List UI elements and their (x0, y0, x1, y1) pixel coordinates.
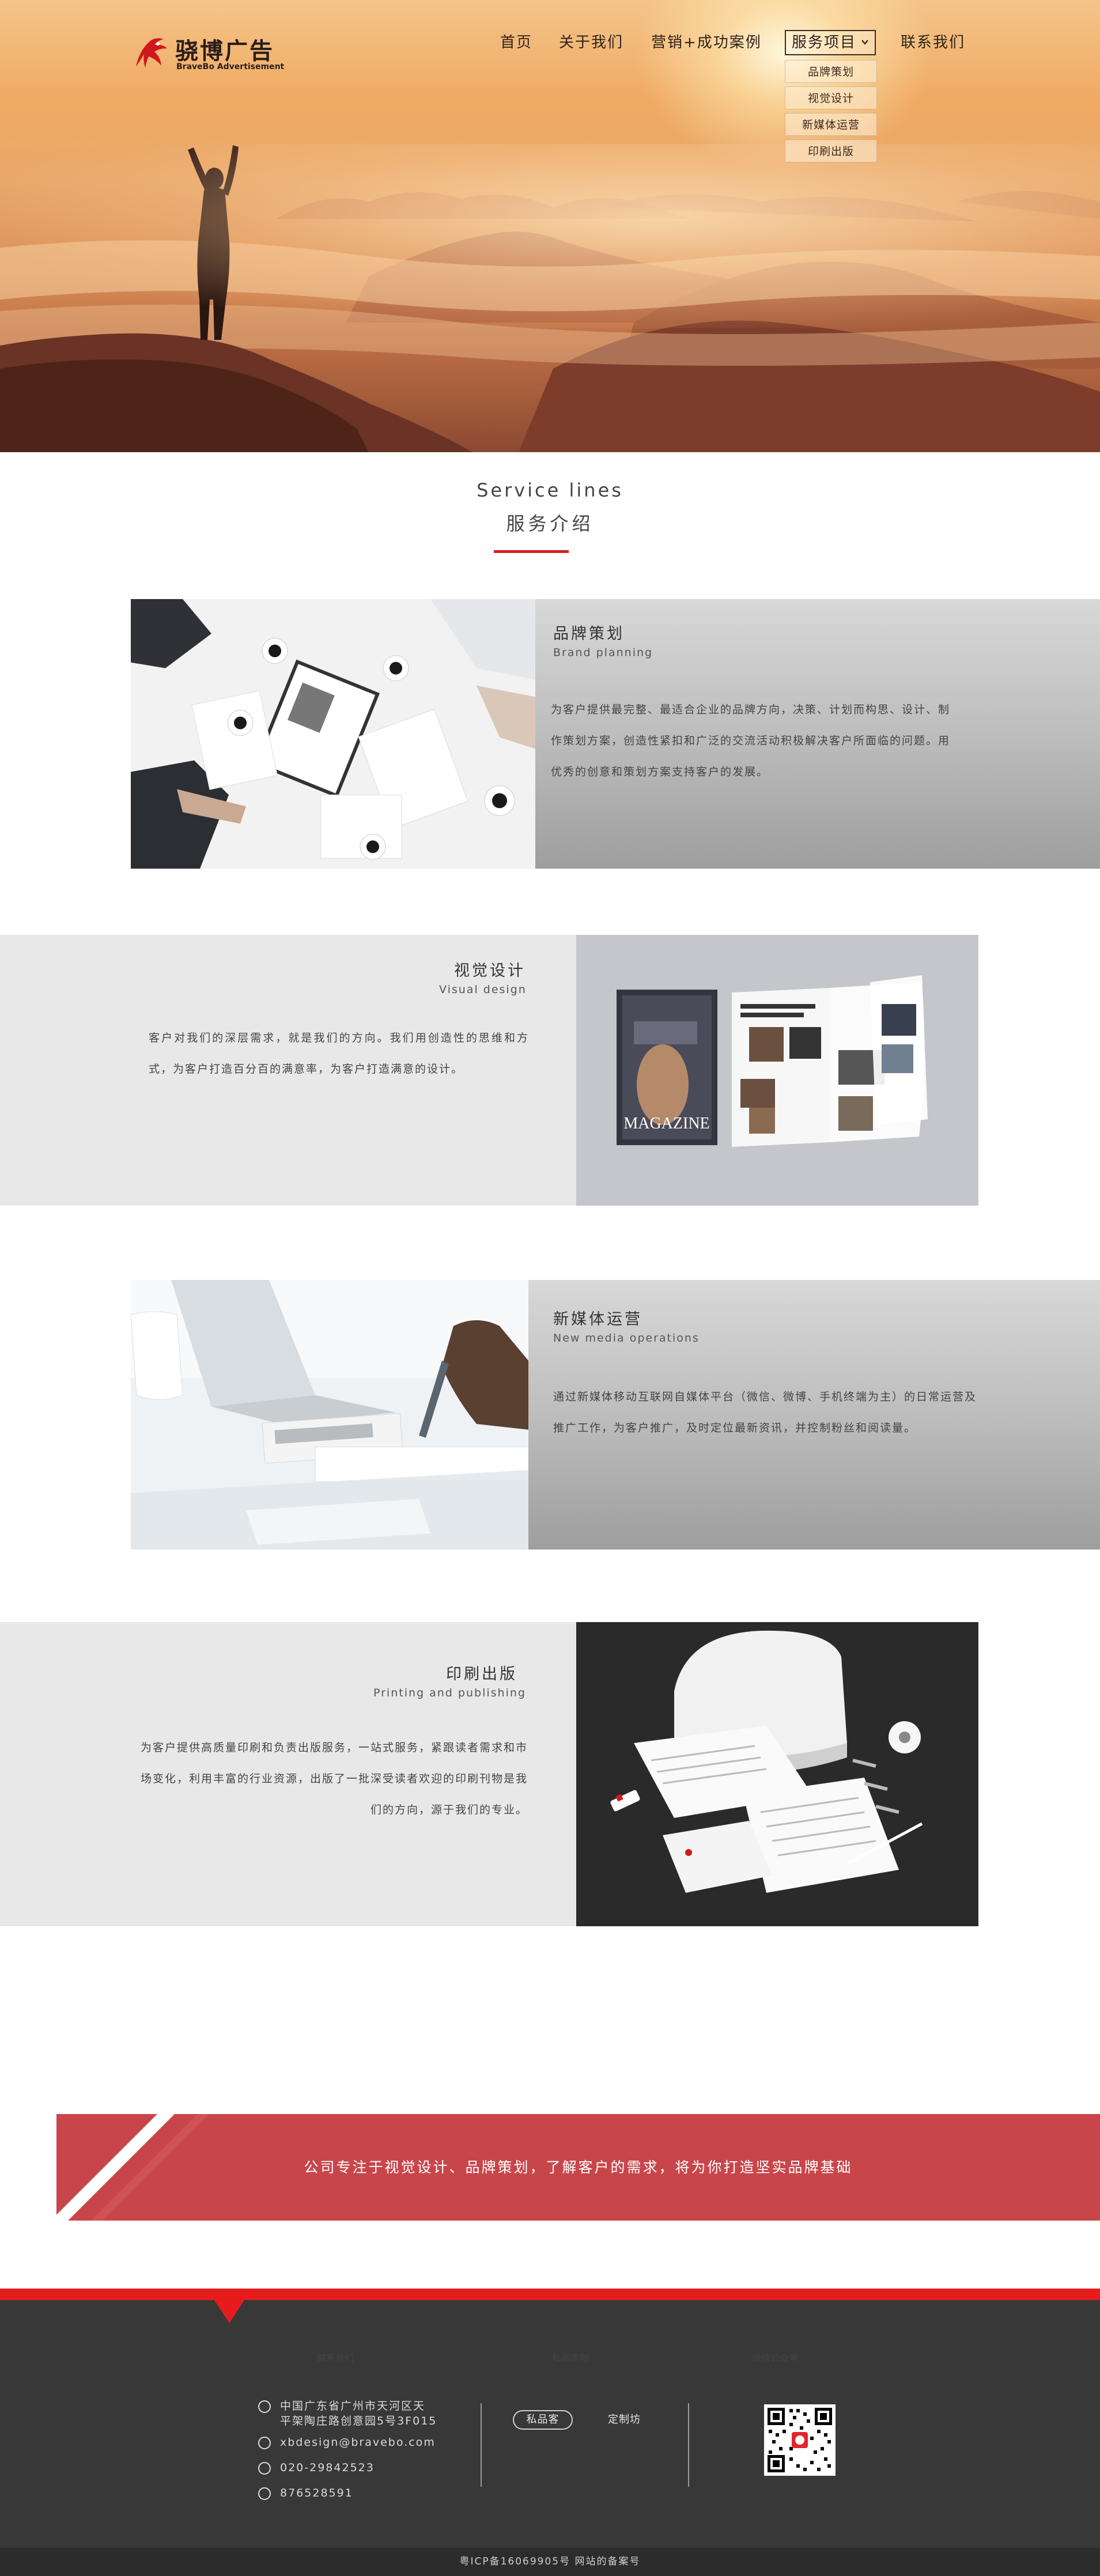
qq-icon (258, 2487, 271, 2500)
nav-contact[interactable]: 联系我们 (901, 30, 965, 55)
service-new-media-image (131, 1280, 528, 1550)
location-icon (258, 2400, 271, 2413)
footer-address-row: 中国广东省广州市天河区天 平架陶庄路创意园5号3F015 (258, 2399, 448, 2429)
service-printing-image (576, 1622, 978, 1926)
service-title: 印刷出版 (446, 1665, 517, 1683)
footer-phone-row: 020-29842523 (258, 2461, 448, 2476)
magazine-photo: MAGAZINE (576, 935, 978, 1206)
service-subtitle: Printing and publishing (373, 1687, 526, 1699)
logo-chinese-text: 骁博广告 (175, 38, 274, 65)
banner-slogan-text: 公司专注于视觉设计、品牌策划，了解客户的需求，将为你打造坚实品牌基础 (304, 2159, 853, 2176)
nav-about[interactable]: 关于我们 (559, 30, 623, 55)
section-title-english: Service lines (477, 479, 623, 501)
slogan-banner: 公司专注于视觉设计、品牌策划，了解客户的需求，将为你打造坚实品牌基础 (56, 2114, 1100, 2221)
footer-divider-right (688, 2403, 689, 2487)
footer-copyright: 粤ICP备16069905号 网站的备案号 (0, 2548, 1100, 2576)
dropdown-item-printing[interactable]: 印刷出版 (785, 139, 877, 162)
service-description: 通过新媒体移动互联网自媒体平台（微信、微博、手机终端为主）的日常运营及推广工作，… (553, 1391, 977, 1434)
nav-services-label: 服务项目 (792, 34, 857, 51)
nav-cases[interactable]: 营销+成功案例 (651, 30, 762, 55)
footer-qq-row: 876528591 (258, 2486, 448, 2501)
service-title: 视觉设计 (454, 962, 526, 980)
footer-divider-left (481, 2403, 482, 2487)
dropdown-item-visual-design[interactable]: 视觉设计 (785, 86, 877, 109)
phone-icon (258, 2462, 271, 2475)
logo-mark-icon (136, 38, 167, 68)
email-icon (258, 2437, 271, 2449)
footer-address-line1: 中国广东省广州市天河区天 (280, 2400, 426, 2412)
meeting-photo (131, 599, 535, 869)
footer-phone: 020-29842523 (280, 2461, 375, 2474)
footer-red-notch (214, 2300, 244, 2323)
footer-custom-heading: 私品定制 (552, 2353, 589, 2363)
footer-contact-heading: 联系我们 (317, 2353, 354, 2363)
hero-haze (0, 144, 1100, 328)
service-subtitle: Visual design (439, 983, 527, 996)
wechat-qr-code (764, 2404, 836, 2476)
service-subtitle: New media operations (553, 1332, 700, 1344)
service-title: 新媒体运营 (553, 1310, 642, 1328)
section-title-underline (494, 550, 569, 553)
service-title: 品牌策划 (553, 625, 625, 643)
dropdown-item-new-media[interactable]: 新媒体运营 (785, 113, 877, 136)
service-brand-planning-image (131, 599, 535, 869)
footer-email-row[interactable]: xbdesign@bravebo.com (258, 2435, 448, 2450)
footer-email[interactable]: xbdesign@bravebo.com (280, 2435, 436, 2449)
logo-english-text: BraveBo Advertisement (176, 62, 285, 71)
service-description: 为客户提供最完整、最适合企业的品牌方向，决策、计划而构思、设计、制作策划方案，创… (551, 703, 951, 778)
footer-address-line2: 平架陶庄路创意园5号3F015 (280, 2415, 437, 2427)
chevron-down-icon (861, 40, 868, 45)
dropdown-item-brand-planning[interactable]: 品牌策划 (785, 60, 877, 83)
printer-stationery-photo (576, 1622, 978, 1926)
service-visual-design-image: MAGAZINE (576, 935, 978, 1206)
laptop-writing-photo (131, 1280, 528, 1550)
magazine-cover-text: MAGAZINE (623, 1115, 709, 1132)
services-dropdown-menu: 品牌策划 视觉设计 新媒体运营 印刷出版 (785, 60, 877, 166)
custom-pill-button[interactable]: 私品客 (513, 2410, 573, 2430)
service-subtitle: Brand planning (553, 646, 653, 659)
nav-home[interactable]: 首页 (500, 30, 532, 55)
footer-wechat-heading: 微信公众号 (752, 2353, 799, 2363)
service-description: 客户对我们的深层需求，就是我们的方向。我们用创造性的思维和方式，为客户打造百分百… (149, 1032, 529, 1075)
footer-qq: 876528591 (280, 2487, 353, 2499)
nav-services[interactable]: 服务项目 (785, 30, 876, 55)
footer-red-line (0, 2289, 1100, 2300)
service-description: 为客户提供高质量印刷和负责出版服务，一站式服务，紧跟读者需求和市场变化，利用丰富… (140, 1741, 528, 1816)
custom-workshop-link[interactable]: 定制坊 (608, 2411, 641, 2426)
brand-logo[interactable]: 骁博广告 BraveBo Advertisement (131, 32, 284, 74)
section-title-chinese: 服务介绍 (506, 513, 594, 535)
